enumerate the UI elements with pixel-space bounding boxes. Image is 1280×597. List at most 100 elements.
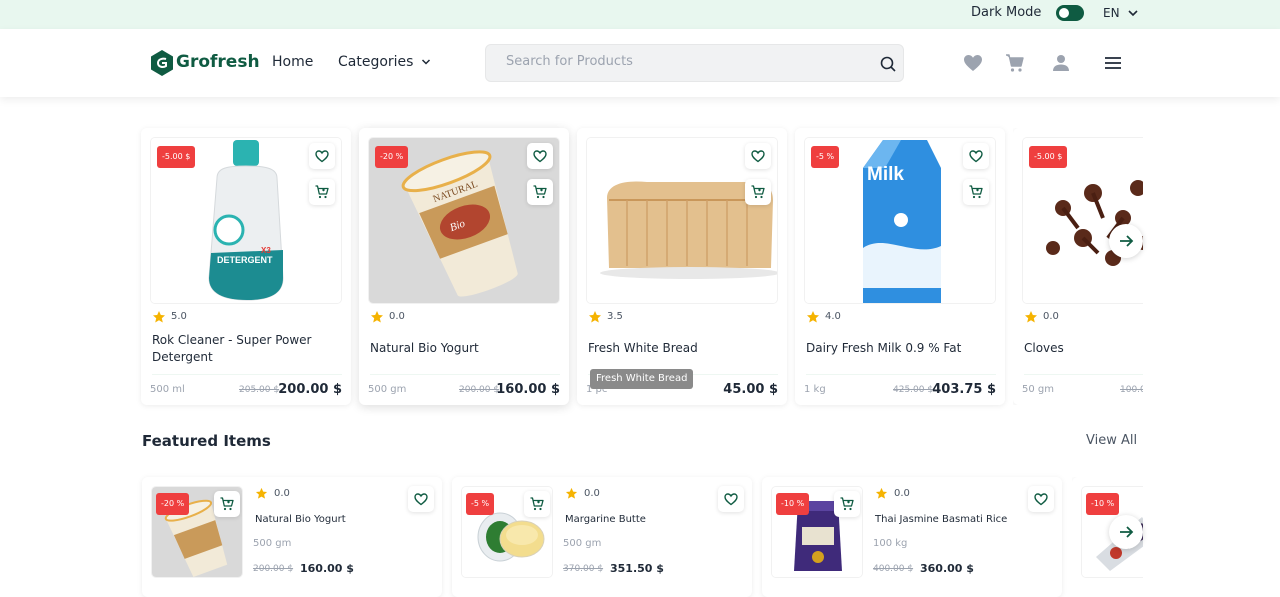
product-image[interactable]: Bio NATURAL -20 % xyxy=(368,137,560,304)
nav-categories-link[interactable]: Categories xyxy=(338,54,413,70)
divider xyxy=(806,374,996,375)
product-card[interactable]: Milk -5 % 4.0 Dairy Fresh Milk 0.9 % Fat… xyxy=(795,128,1005,405)
product-rating: 3.5 xyxy=(607,311,623,322)
arrow-right-icon xyxy=(1120,235,1134,247)
product-rating: 0.0 xyxy=(1043,311,1059,322)
divider xyxy=(370,374,560,375)
featured-next-button[interactable] xyxy=(1109,515,1143,549)
product-unit: 500 gm xyxy=(563,538,602,549)
carousel-next-button[interactable] xyxy=(1109,224,1143,258)
wishlist-button[interactable] xyxy=(408,486,434,512)
product-rating: 0.0 xyxy=(389,311,405,322)
star-icon xyxy=(589,311,601,323)
wishlist-button[interactable] xyxy=(1028,486,1054,512)
product-image[interactable]: DETERGENT X3 -5.00 $ xyxy=(150,137,342,304)
cart-icon xyxy=(751,185,765,199)
product-rating: 4.0 xyxy=(825,311,841,322)
product-name[interactable]: Natural Bio Yogurt xyxy=(370,340,560,357)
search-icon[interactable] xyxy=(879,55,897,73)
old-price: 370.00 $ xyxy=(563,564,604,574)
divider xyxy=(152,374,342,375)
chevron-down-icon[interactable] xyxy=(1126,6,1140,20)
featured-section-title: Featured Items xyxy=(142,432,271,450)
discount-badge: -20 % xyxy=(375,146,409,168)
old-price: 200.00 $ xyxy=(459,385,500,395)
wishlist-button[interactable] xyxy=(745,143,771,169)
featured-item-image[interactable]: -10 % xyxy=(771,486,863,578)
product-card[interactable]: DETERGENT X3 -5.00 $ 5.0 Rok Cleaner - S… xyxy=(141,128,351,405)
heart-icon xyxy=(414,493,428,506)
product-unit: 500 gm xyxy=(253,538,292,549)
product-card[interactable]: Bio NATURAL -20 % 0.0 Natural Bio Yogurt… xyxy=(359,128,569,405)
featured-item-card[interactable]: -10 % 0.0 Thai Jasmine Basmati Rice 100 … xyxy=(762,477,1062,597)
add-to-cart-button[interactable] xyxy=(834,491,860,517)
add-to-cart-button[interactable] xyxy=(745,179,771,205)
divider xyxy=(1024,374,1143,375)
top-utility-bar: Dark Mode EN xyxy=(0,0,1280,29)
product-price: 45.00 $ xyxy=(723,382,778,397)
wishlist-button[interactable] xyxy=(309,143,335,169)
menu-hamburger-icon[interactable] xyxy=(1102,52,1124,74)
brand-name[interactable]: Grofresh xyxy=(176,52,260,72)
wishlist-button[interactable] xyxy=(963,143,989,169)
add-to-cart-button[interactable] xyxy=(527,179,553,205)
product-price: 403.75 $ xyxy=(932,382,996,397)
featured-item-image[interactable]: -20 % xyxy=(151,486,243,578)
search-input[interactable] xyxy=(506,54,866,69)
add-to-cart-button[interactable] xyxy=(524,491,550,517)
product-name[interactable]: Fresh White Bread xyxy=(588,340,778,357)
wishlist-button[interactable] xyxy=(527,143,553,169)
product-image[interactable]: -5.00 $ xyxy=(1022,137,1143,304)
dark-mode-toggle[interactable] xyxy=(1056,5,1084,21)
heart-icon xyxy=(1034,493,1048,506)
user-account-icon[interactable] xyxy=(1050,52,1072,74)
heart-icon xyxy=(969,150,983,163)
carousel-clip: -5.00 $ 0.0 Cloves 50 gm 100.0 xyxy=(1013,128,1143,405)
grofresh-logo-icon[interactable] xyxy=(150,50,174,76)
language-selector[interactable]: EN xyxy=(1103,6,1120,20)
heart-icon xyxy=(751,150,765,163)
cart-icon[interactable] xyxy=(1004,52,1026,74)
featured-item-image[interactable]: -5 % xyxy=(461,486,553,578)
star-icon xyxy=(565,487,578,499)
main-header: Grofresh Home Categories xyxy=(0,29,1280,97)
product-image[interactable]: Milk -5 % xyxy=(804,137,996,304)
product-image[interactable] xyxy=(586,137,778,304)
product-unit: 50 gm xyxy=(1022,384,1054,395)
discount-badge: -10 % xyxy=(776,493,810,515)
old-price: 205.00 $ xyxy=(239,385,280,395)
star-icon xyxy=(807,311,819,323)
product-price: 160.00 $ xyxy=(300,562,354,575)
product-card[interactable]: 3.5 Fresh White Bread 1 pc 45.00 $ xyxy=(577,128,787,405)
arrow-right-icon xyxy=(1120,526,1134,538)
product-name[interactable]: Thai Jasmine Basmati Rice xyxy=(875,514,1007,525)
product-name[interactable]: Rok Cleaner - Super Power Detergent xyxy=(152,332,342,366)
product-price: 351.50 $ xyxy=(610,562,664,575)
product-name[interactable]: Cloves xyxy=(1024,340,1143,357)
add-to-cart-button[interactable] xyxy=(963,179,989,205)
star-icon xyxy=(371,311,383,323)
wishlist-button[interactable] xyxy=(718,486,744,512)
search-bar xyxy=(485,44,904,82)
add-to-cart-button[interactable] xyxy=(214,491,240,517)
star-icon xyxy=(1025,311,1037,323)
view-all-link[interactable]: View All xyxy=(1086,433,1137,448)
product-card[interactable]: -5.00 $ 0.0 Cloves 50 gm 100.0 xyxy=(1013,128,1143,405)
wishlist-heart-icon[interactable] xyxy=(962,52,984,74)
product-rating: 0.0 xyxy=(894,488,910,499)
product-rating: 0.0 xyxy=(274,488,290,499)
featured-item-card[interactable]: -20 % 0.0 Natural Bio Yogurt 500 gm 200.… xyxy=(142,477,442,597)
product-rating: 0.0 xyxy=(584,488,600,499)
product-name[interactable]: Margarine Butte xyxy=(565,514,646,525)
product-unit: 1 kg xyxy=(804,384,826,395)
cart-icon xyxy=(969,185,983,199)
discount-badge: -5 % xyxy=(466,493,495,515)
product-name[interactable]: Natural Bio Yogurt xyxy=(255,514,346,525)
add-to-cart-button[interactable] xyxy=(309,179,335,205)
chevron-down-icon[interactable] xyxy=(420,56,432,68)
discount-badge: -5 % xyxy=(811,146,840,168)
old-price: 400.00 $ xyxy=(873,564,914,574)
product-name[interactable]: Dairy Fresh Milk 0.9 % Fat xyxy=(806,340,996,357)
featured-item-card[interactable]: -5 % 0.0 Margarine Butte 500 gm 370.00 $… xyxy=(452,477,752,597)
nav-home-link[interactable]: Home xyxy=(272,54,313,70)
